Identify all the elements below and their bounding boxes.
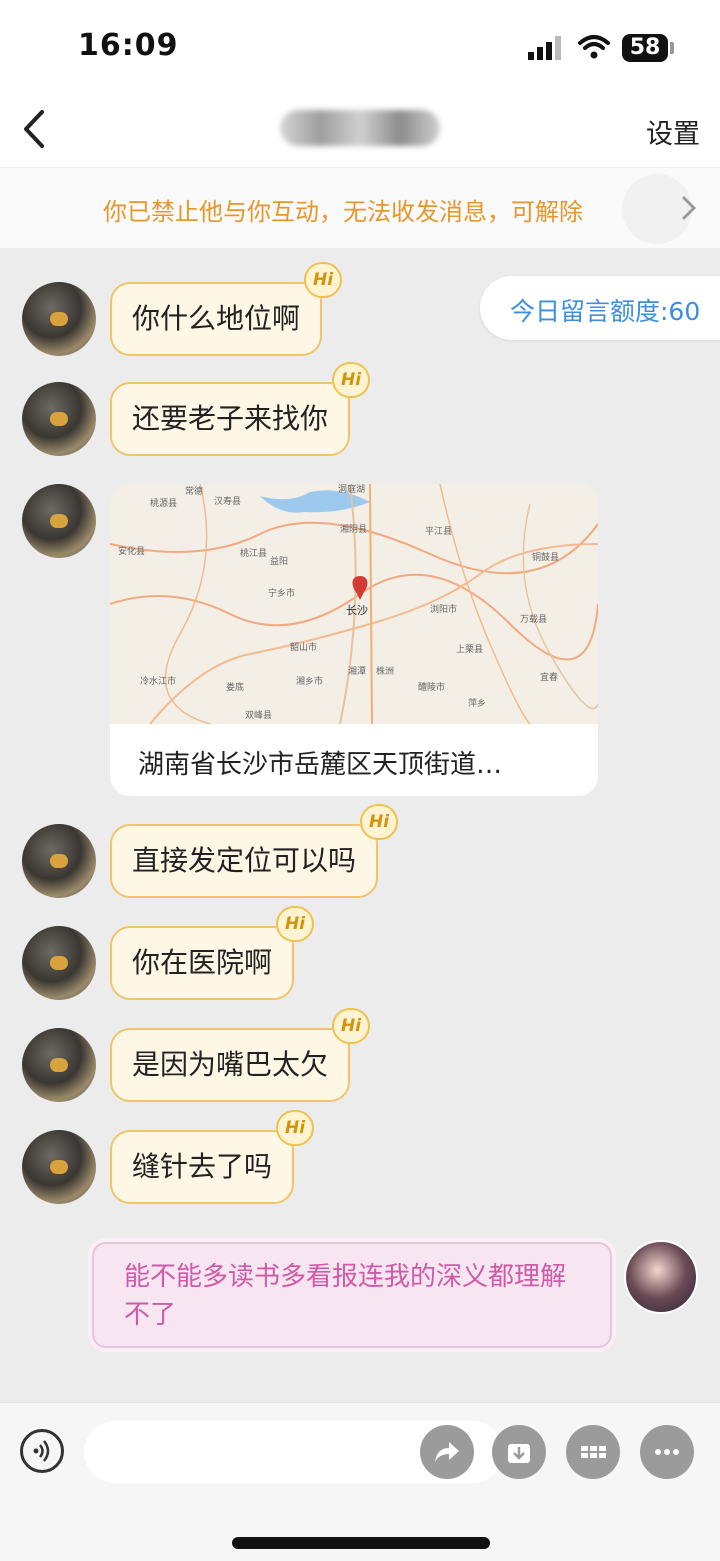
my-message-bubble: 能不能多读书多看报连我的深义都理解不了: [92, 1242, 612, 1348]
svg-text:湘乡市: 湘乡市: [296, 675, 323, 687]
svg-text:桃源县: 桃源县: [150, 497, 177, 509]
svg-text:冷水江市: 冷水江市: [140, 675, 176, 687]
hi-badge: Hi: [276, 1110, 315, 1146]
more-options-button[interactable]: [640, 1425, 694, 1479]
svg-text:洞庭湖: 洞庭湖: [338, 484, 365, 495]
my-message-text: 能不能多读书多看报连我的深义都理解不了: [124, 1262, 567, 1330]
battery-indicator: 58: [622, 34, 668, 62]
svg-text:宜春: 宜春: [540, 671, 558, 683]
svg-text:湘潭: 湘潭: [348, 665, 366, 677]
contact-avatar[interactable]: [22, 484, 96, 558]
back-chevron-icon[interactable]: [18, 108, 48, 150]
message-bubble: 你什么地位啊 Hi: [110, 262, 343, 356]
share-button[interactable]: [420, 1425, 474, 1479]
message-bubble: 还要老子来找你 Hi: [110, 362, 371, 456]
hi-badge: Hi: [332, 362, 371, 398]
status-time: 16:09: [78, 28, 179, 63]
svg-text:上栗县: 上栗县: [456, 644, 483, 655]
contact-name-blurred: [280, 110, 440, 146]
contact-avatar[interactable]: [22, 824, 96, 898]
message-bubble: 是因为嘴巴太欠 Hi: [110, 1008, 371, 1102]
chat-header: 设置: [0, 90, 720, 168]
block-notice-banner[interactable]: 你已禁止他与你互动，无法收发消息，可解除: [0, 168, 720, 248]
daily-message-quota: 今日留言额度:60: [480, 276, 720, 340]
message-text: 是因为嘴巴太欠: [132, 1048, 329, 1081]
hi-badge: Hi: [304, 262, 343, 298]
location-map: 常德 汉寿县 洞庭湖 湘阴县 平江县 益阳 桃江县 宁乡市 长沙 浏阳市 韶山市…: [110, 484, 598, 724]
chevron-right-icon: [682, 196, 697, 220]
svg-text:万载县: 万载县: [520, 613, 547, 625]
hi-badge: Hi: [276, 906, 315, 942]
download-icon: [508, 1444, 530, 1463]
more-dots-icon: [655, 1449, 679, 1455]
svg-text:长沙: 长沙: [346, 604, 368, 617]
svg-text:娄底: 娄底: [226, 681, 244, 693]
contact-avatar[interactable]: [22, 1130, 96, 1204]
svg-text:桃江县: 桃江县: [240, 547, 267, 559]
message-text: 你什么地位啊: [132, 302, 301, 335]
input-bar: [0, 1402, 720, 1561]
svg-text:铜鼓县: 铜鼓县: [532, 551, 559, 563]
grid-icon: [581, 1446, 606, 1458]
message-text: 还要老子来找你: [132, 402, 329, 435]
save-button[interactable]: [492, 1425, 546, 1479]
wifi-icon: [578, 35, 610, 59]
svg-text:宁乡市: 宁乡市: [268, 587, 295, 599]
my-avatar[interactable]: [624, 1240, 698, 1314]
message-bubble: 缝针去了吗 Hi: [110, 1110, 315, 1204]
message-text: 你在医院啊: [132, 946, 273, 979]
hi-badge: Hi: [360, 804, 399, 840]
svg-text:双峰县: 双峰县: [245, 710, 272, 721]
cellular-signal-icon: [528, 36, 561, 60]
message-bubble: 你在医院啊 Hi: [110, 906, 315, 1000]
status-bar: 16:09 58: [0, 0, 720, 90]
svg-text:常德: 常德: [185, 485, 203, 497]
svg-text:湘阴县: 湘阴县: [340, 523, 367, 535]
battery-tip: [670, 42, 674, 54]
hi-badge: Hi: [332, 1008, 371, 1044]
svg-text:益阳: 益阳: [270, 555, 288, 567]
more-panel-button[interactable]: [566, 1425, 620, 1479]
contact-avatar[interactable]: [22, 926, 96, 1000]
svg-text:萍乡: 萍乡: [468, 698, 486, 709]
svg-text:安化县: 安化县: [118, 545, 145, 557]
svg-text:醴陵市: 醴陵市: [418, 681, 445, 693]
quota-label: 今日留言额度:60: [510, 297, 701, 326]
contact-avatar[interactable]: [22, 382, 96, 456]
svg-text:平江县: 平江县: [425, 526, 452, 537]
settings-button[interactable]: 设置: [646, 112, 700, 151]
block-notice-text: 你已禁止他与你互动，无法收发消息，可解除: [103, 198, 583, 226]
svg-text:韶山市: 韶山市: [290, 641, 317, 653]
voice-icon: [33, 1440, 50, 1462]
share-arrow-icon: [435, 1442, 459, 1462]
contact-avatar[interactable]: [22, 1028, 96, 1102]
message-bubble: 直接发定位可以吗 Hi: [110, 804, 399, 898]
home-indicator: [232, 1537, 490, 1549]
voice-input-button[interactable]: [20, 1429, 64, 1473]
message-text: 直接发定位可以吗: [132, 844, 357, 877]
svg-text:浏阳市: 浏阳市: [430, 603, 457, 615]
location-address: 湖南省长沙市岳麓区天顶街道…: [138, 750, 503, 780]
location-card[interactable]: 常德 汉寿县 洞庭湖 湘阴县 平江县 益阳 桃江县 宁乡市 长沙 浏阳市 韶山市…: [110, 484, 598, 796]
message-text: 缝针去了吗: [132, 1150, 273, 1183]
svg-text:汉寿县: 汉寿县: [214, 495, 241, 507]
svg-text:株洲: 株洲: [376, 665, 394, 677]
contact-avatar[interactable]: [22, 282, 96, 356]
